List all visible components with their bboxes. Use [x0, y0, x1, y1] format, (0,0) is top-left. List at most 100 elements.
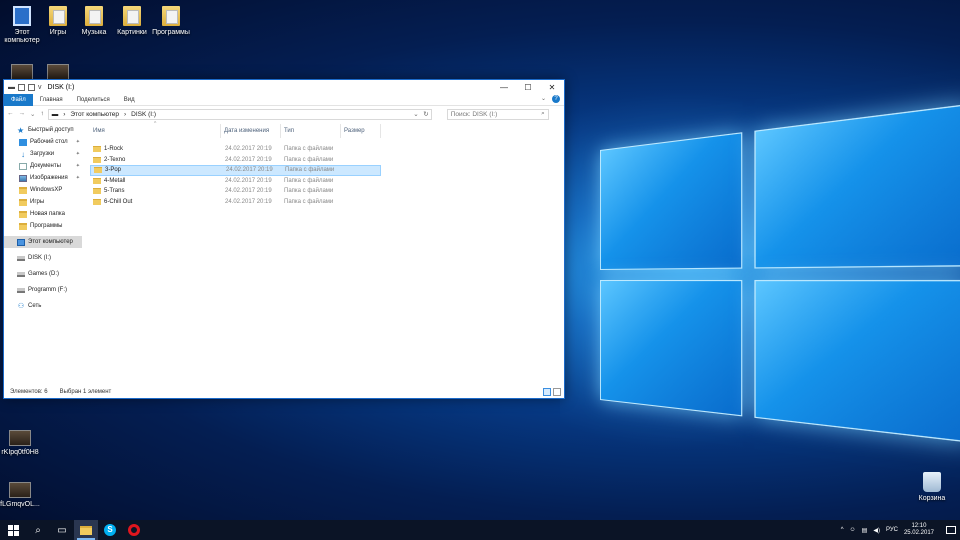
folder-icon — [19, 210, 27, 218]
tab-file[interactable]: Файл — [4, 93, 33, 106]
pin-icon: ✦ — [75, 163, 80, 169]
file-row[interactable]: 5-Trans 24.02.2017 20:19 Папка с файлами — [90, 186, 381, 197]
tab-share[interactable]: Поделиться — [70, 94, 117, 106]
sidebar-item-quick-access[interactable]: ★ Быстрый доступ — [4, 124, 82, 136]
navigation-pane: ★ Быстрый доступ Рабочий стол ✦ ↓ Загрузки ✦… — [4, 124, 82, 384]
sidebar-item-windowsxp[interactable]: WindowsXP — [4, 184, 82, 196]
forward-icon[interactable]: → — [19, 110, 26, 118]
sidebar-item-desktop[interactable]: Рабочий стол ✦ — [4, 136, 82, 148]
tray-chevron-icon[interactable]: ^ — [841, 527, 844, 533]
folder-icon — [123, 6, 141, 26]
file-row[interactable]: 1-Rock 24.02.2017 20:19 Папка с файлами — [90, 144, 381, 155]
qa-dropdown[interactable]: v — [38, 84, 42, 91]
sidebar-item-downloads[interactable]: ↓ Загрузки ✦ — [4, 148, 82, 160]
up-icon[interactable]: ↑ — [40, 110, 43, 118]
file-explorer-taskbar-button[interactable] — [74, 520, 98, 540]
language-indicator[interactable]: РУС — [886, 527, 898, 533]
file-row-selected[interactable]: 3-Pop 24.02.2017 20:19 Папка с файлами — [90, 165, 381, 176]
drive-icon — [17, 271, 25, 277]
pin-icon: ✦ — [75, 175, 80, 181]
file-list: ^ Имя Дата изменения Тип Размер 1-Rock 24… — [90, 121, 560, 208]
address-bar[interactable]: ▬ › Этот компьютер › DISK (I:) ⌄ ↻ — [47, 108, 432, 120]
refresh-icon[interactable]: ↻ — [423, 110, 428, 118]
column-size[interactable]: Размер — [341, 124, 381, 138]
sidebar-item-images[interactable]: Изображения ✦ — [4, 172, 82, 184]
pin-icon: ✦ — [75, 139, 80, 145]
sidebar-item-games-d[interactable]: Games (D:) — [4, 268, 82, 280]
sidebar-item-games[interactable]: Игры — [4, 196, 82, 208]
file-row[interactable]: 4-Metall 24.02.2017 20:19 Папка с файлами — [90, 176, 381, 187]
column-date-modified[interactable]: Дата изменения — [221, 124, 281, 138]
minimize-button[interactable]: — — [492, 80, 516, 94]
sidebar-item-this-pc[interactable]: Этот компьютер — [4, 236, 82, 248]
desktop-icon-programs[interactable]: Программы — [149, 6, 193, 37]
help-icon[interactable]: ? — [552, 95, 560, 103]
download-icon: ↓ — [21, 149, 25, 159]
title-bar[interactable]: ▬ v DISK (I:) — ☐ ✕ — [4, 80, 564, 94]
opera-taskbar-button[interactable] — [122, 520, 146, 540]
breadcrumb-this-pc[interactable]: Этот компьютер — [70, 111, 119, 118]
computer-icon — [13, 6, 31, 26]
sidebar-item-documents[interactable]: Документы ✦ — [4, 160, 82, 172]
tab-home[interactable]: Главная — [33, 94, 70, 106]
search-input[interactable]: Поиск: DISK (I:) ⌕ — [446, 108, 549, 120]
computer-icon — [17, 238, 25, 246]
drive-icon — [17, 287, 25, 293]
search-button[interactable]: ⌕ — [26, 520, 50, 540]
window-title: DISK (I:) — [47, 83, 75, 91]
address-separator: › — [123, 110, 127, 118]
chevron-down-icon[interactable]: ⌄ — [413, 110, 418, 118]
desktop-icon — [19, 138, 27, 146]
sidebar-item-programm-f[interactable]: Programm (F:) — [4, 284, 82, 296]
desktop-icon-pictures[interactable]: Картинки — [110, 6, 154, 37]
expand-ribbon-icon[interactable]: ⌄ — [541, 95, 546, 103]
search-icon: ⌕ — [541, 110, 545, 117]
people-icon[interactable]: ☺ — [850, 527, 856, 533]
windows-logo-wallpaper — [600, 103, 960, 458]
task-view-button[interactable]: ▭ — [50, 520, 74, 540]
volume-icon[interactable]: ◀) — [873, 527, 880, 534]
network-icon[interactable]: ▤ — [862, 527, 868, 534]
taskbar: ⌕ ▭ S ^ ☺ ▤ ◀) РУС 12:10 25.02.2017 — [0, 520, 960, 540]
file-row[interactable]: 6-Chill Out 24.02.2017 20:19 Папка с файла… — [90, 197, 381, 208]
sort-arrow-icon: ^ — [154, 121, 157, 127]
desktop-icon-recycle-bin[interactable]: Корзина — [910, 472, 954, 503]
folder-icon — [93, 146, 101, 153]
folder-icon — [19, 186, 27, 194]
breadcrumb-disk-i[interactable]: DISK (I:) — [131, 111, 156, 118]
image-thumbnail-icon — [47, 64, 69, 80]
new-folder-icon[interactable] — [28, 83, 35, 91]
properties-icon[interactable] — [18, 83, 25, 91]
maximize-button[interactable]: ☐ — [516, 80, 540, 94]
notification-center-icon[interactable] — [946, 526, 956, 534]
file-explorer-window: ▬ v DISK (I:) — ☐ ✕ Файл Главная Поделит… — [3, 79, 565, 399]
folder-icon — [93, 188, 101, 195]
quick-access-toolbar: ▬ v — [8, 83, 42, 91]
selection-count: Выбран 1 элемент — [59, 389, 112, 395]
start-button[interactable] — [0, 520, 26, 540]
sidebar-item-new-folder[interactable]: Новая папка — [4, 208, 82, 220]
pin-icon: ✦ — [75, 151, 80, 157]
search-icon: ⌕ — [35, 524, 41, 536]
large-icons-view-icon[interactable] — [553, 388, 561, 396]
column-type[interactable]: Тип — [281, 124, 341, 138]
documents-icon — [19, 162, 27, 170]
desktop-icon-rkipq[interactable]: rKIpq0tf0H8 — [0, 430, 40, 457]
recent-locations-icon[interactable]: ⌄ — [30, 110, 35, 118]
sidebar-item-disk-i[interactable]: DISK (I:) — [4, 252, 82, 264]
folder-icon — [162, 6, 180, 26]
clock[interactable]: 12:10 25.02.2017 — [904, 523, 934, 537]
file-row[interactable]: 2-Texno 24.02.2017 20:19 Папка с файлами — [90, 155, 381, 166]
details-view-icon[interactable] — [543, 388, 551, 396]
pictures-icon — [19, 174, 27, 182]
sidebar-item-programs[interactable]: Программы — [4, 220, 82, 232]
sidebar-item-network[interactable]: ⚇ Сеть — [4, 300, 82, 312]
desktop-icon-flgmq[interactable]: fLGmqvOL... — [0, 482, 40, 509]
skype-taskbar-button[interactable]: S — [98, 520, 122, 540]
tab-view[interactable]: Вид — [117, 94, 142, 106]
folder-icon — [93, 177, 101, 184]
image-thumbnail-icon — [11, 64, 33, 80]
skype-icon: S — [104, 524, 116, 536]
close-button[interactable]: ✕ — [540, 80, 564, 94]
back-icon[interactable]: ← — [7, 110, 14, 118]
